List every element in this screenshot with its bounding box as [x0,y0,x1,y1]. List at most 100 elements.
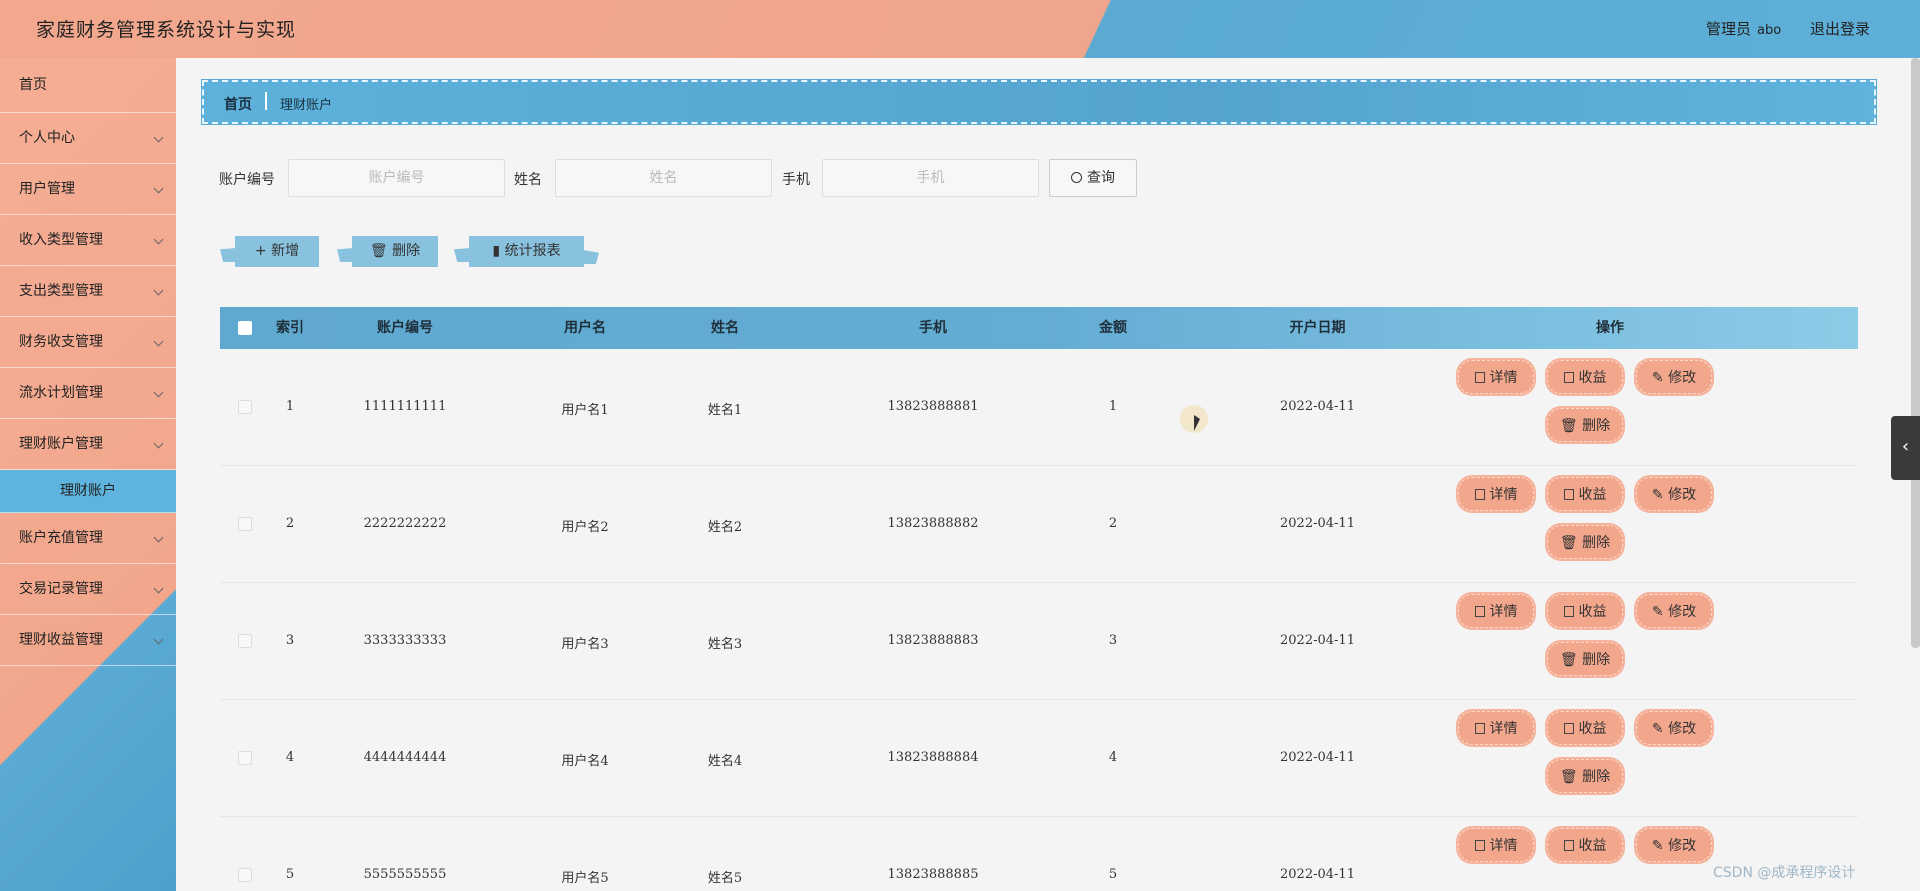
income-button[interactable]: 收益 [1547,828,1623,862]
pencil-icon: ✎ [1651,487,1669,503]
row-delete-button[interactable]: 🗑 删除 [1547,642,1623,676]
edit-button[interactable]: ✎ 修改 [1636,828,1712,862]
row-delete-button[interactable]: 🗑 删除 [1547,759,1623,793]
chevron-down-icon [153,438,164,449]
detail-button[interactable]: 详情 [1458,828,1534,862]
edit-button[interactable]: ✎ 修改 [1636,711,1712,745]
mouse-cursor-icon [1180,405,1208,433]
trash-icon: 🗑 [1559,535,1583,551]
document-icon [1563,606,1574,617]
sidebar-item-account-management[interactable]: 理财账户管理 [0,419,176,470]
detail-button[interactable]: 详情 [1458,594,1534,628]
cell-name: 姓名1 [707,403,743,418]
cell-phone: 13823888884 [887,750,979,765]
detail-button[interactable]: 详情 [1458,477,1534,511]
detail-label: 详情 [1489,838,1518,854]
sidebar-subitem-finance-account[interactable]: 理财账户 [0,470,176,513]
cell-date: 2022-04-11 [1280,750,1355,765]
edit-button[interactable]: ✎ 修改 [1636,594,1712,628]
chevron-down-icon [153,285,164,296]
report-button[interactable]: ▮ 统计报表 [454,236,599,267]
table-row: 4 4444444444 用户名4 姓名4 13823888884 4 2022… [220,700,1858,817]
sidebar-item-earnings[interactable]: 理财收益管理 [0,615,176,666]
detail-button[interactable]: 详情 [1458,360,1534,394]
row-delete-label: 删除 [1582,418,1611,434]
income-button[interactable]: 收益 [1547,594,1623,628]
column-account: 账户编号 [377,320,433,336]
document-icon [1474,606,1485,617]
income-label: 收益 [1578,604,1607,620]
button-decoration [337,248,353,262]
cell-username: 用户名2 [561,520,609,535]
query-label: 查询 [1087,170,1115,186]
sidebar-item-label: 账户充值管理 [19,530,103,546]
sidebar-item-transactions[interactable]: 交易记录管理 [0,564,176,615]
phone-search-input[interactable] [822,159,1039,197]
detail-button[interactable]: 详情 [1458,711,1534,745]
cell-account: 1111111111 [363,399,447,414]
sidebar-item-flow-plan[interactable]: 流水计划管理 [0,368,176,419]
add-button[interactable]: + 新增 [220,236,319,267]
cell-account: 4444444444 [363,750,447,765]
sidebar-item-user-management[interactable]: 用户管理 [0,164,176,215]
edit-button[interactable]: ✎ 修改 [1636,360,1712,394]
select-all-checkbox[interactable] [238,321,252,335]
sidebar-item-finance[interactable]: 财务收支管理 [0,317,176,368]
sidebar-item-expense-type[interactable]: 支出类型管理 [0,266,176,317]
column-name: 姓名 [711,320,739,336]
sidebar-item-income-type[interactable]: 收入类型管理 [0,215,176,266]
document-icon [1474,489,1485,500]
breadcrumb: 首页 理财账户 [201,79,1877,125]
sidebar-item-home[interactable]: 首页 [0,58,176,113]
sidebar-item-recharge[interactable]: 账户充值管理 [0,513,176,564]
logout-button[interactable]: 退出登录 [1810,18,1870,39]
sidebar-item-personal-center[interactable]: 个人中心 [0,113,176,164]
cell-index: 3 [285,633,295,648]
detail-label: 详情 [1489,487,1518,503]
row-checkbox[interactable] [238,634,252,648]
edit-button[interactable]: ✎ 修改 [1636,477,1712,511]
query-button[interactable]: 查询 [1049,159,1137,197]
row-checkbox[interactable] [238,868,252,882]
income-label: 收益 [1578,838,1607,854]
row-checkbox[interactable] [238,517,252,531]
cell-username: 用户名5 [561,871,609,886]
breadcrumb-home[interactable]: 首页 [224,94,252,114]
sidebar-item-label: 财务收支管理 [19,334,103,350]
cell-date: 2022-04-11 [1280,633,1355,648]
plus-icon: + [254,243,272,259]
collapse-panel-button[interactable]: ‹ [1891,416,1920,480]
income-button[interactable]: 收益 [1547,360,1623,394]
table-row: 3 3333333333 用户名3 姓名3 13823888883 3 2022… [220,583,1858,700]
income-button[interactable]: 收益 [1547,477,1623,511]
income-label: 收益 [1578,487,1607,503]
cell-name: 姓名5 [707,871,743,886]
cell-name: 姓名4 [707,754,743,769]
name-search-input[interactable] [555,159,772,197]
table-row: 5 5555555555 用户名5 姓名5 13823888885 5 2022… [220,817,1858,891]
chevron-left-icon: ‹ [1901,436,1910,457]
report-label: 统计报表 [504,243,561,259]
row-checkbox[interactable] [238,751,252,765]
table-header: 索引 账户编号 用户名 姓名 手机 金额 开户日期 操作 [220,307,1858,349]
row-delete-button[interactable]: 🗑 删除 [1547,525,1623,559]
bar-chart-icon: ▮ [492,243,505,259]
column-phone: 手机 [919,320,947,336]
row-delete-button[interactable]: 🗑 删除 [1547,408,1623,442]
account-search-input[interactable] [288,159,505,197]
account-label: 账户编号 [219,172,275,188]
cell-name: 姓名2 [707,520,743,535]
sidebar-item-label: 收入类型管理 [19,232,103,248]
main-content: 首页 理财账户 账户编号 姓名 手机 查询 + 新增 🗑 删除 ▮ 统计报表 索… [176,58,1920,891]
chevron-down-icon [153,387,164,398]
sidebar-item-label: 交易记录管理 [19,581,103,597]
button-decoration [220,248,236,262]
sidebar: 首页 个人中心 用户管理 收入类型管理 支出类型管理 财务收支管理 流水计划管理… [0,58,176,891]
cell-name: 姓名3 [707,637,743,652]
cell-phone: 13823888883 [887,633,979,648]
vertical-scrollbar[interactable] [1911,58,1920,648]
current-user: 管理员 abo [1706,18,1781,39]
row-checkbox[interactable] [238,400,252,414]
income-button[interactable]: 收益 [1547,711,1623,745]
delete-button[interactable]: 🗑 删除 [337,236,438,267]
